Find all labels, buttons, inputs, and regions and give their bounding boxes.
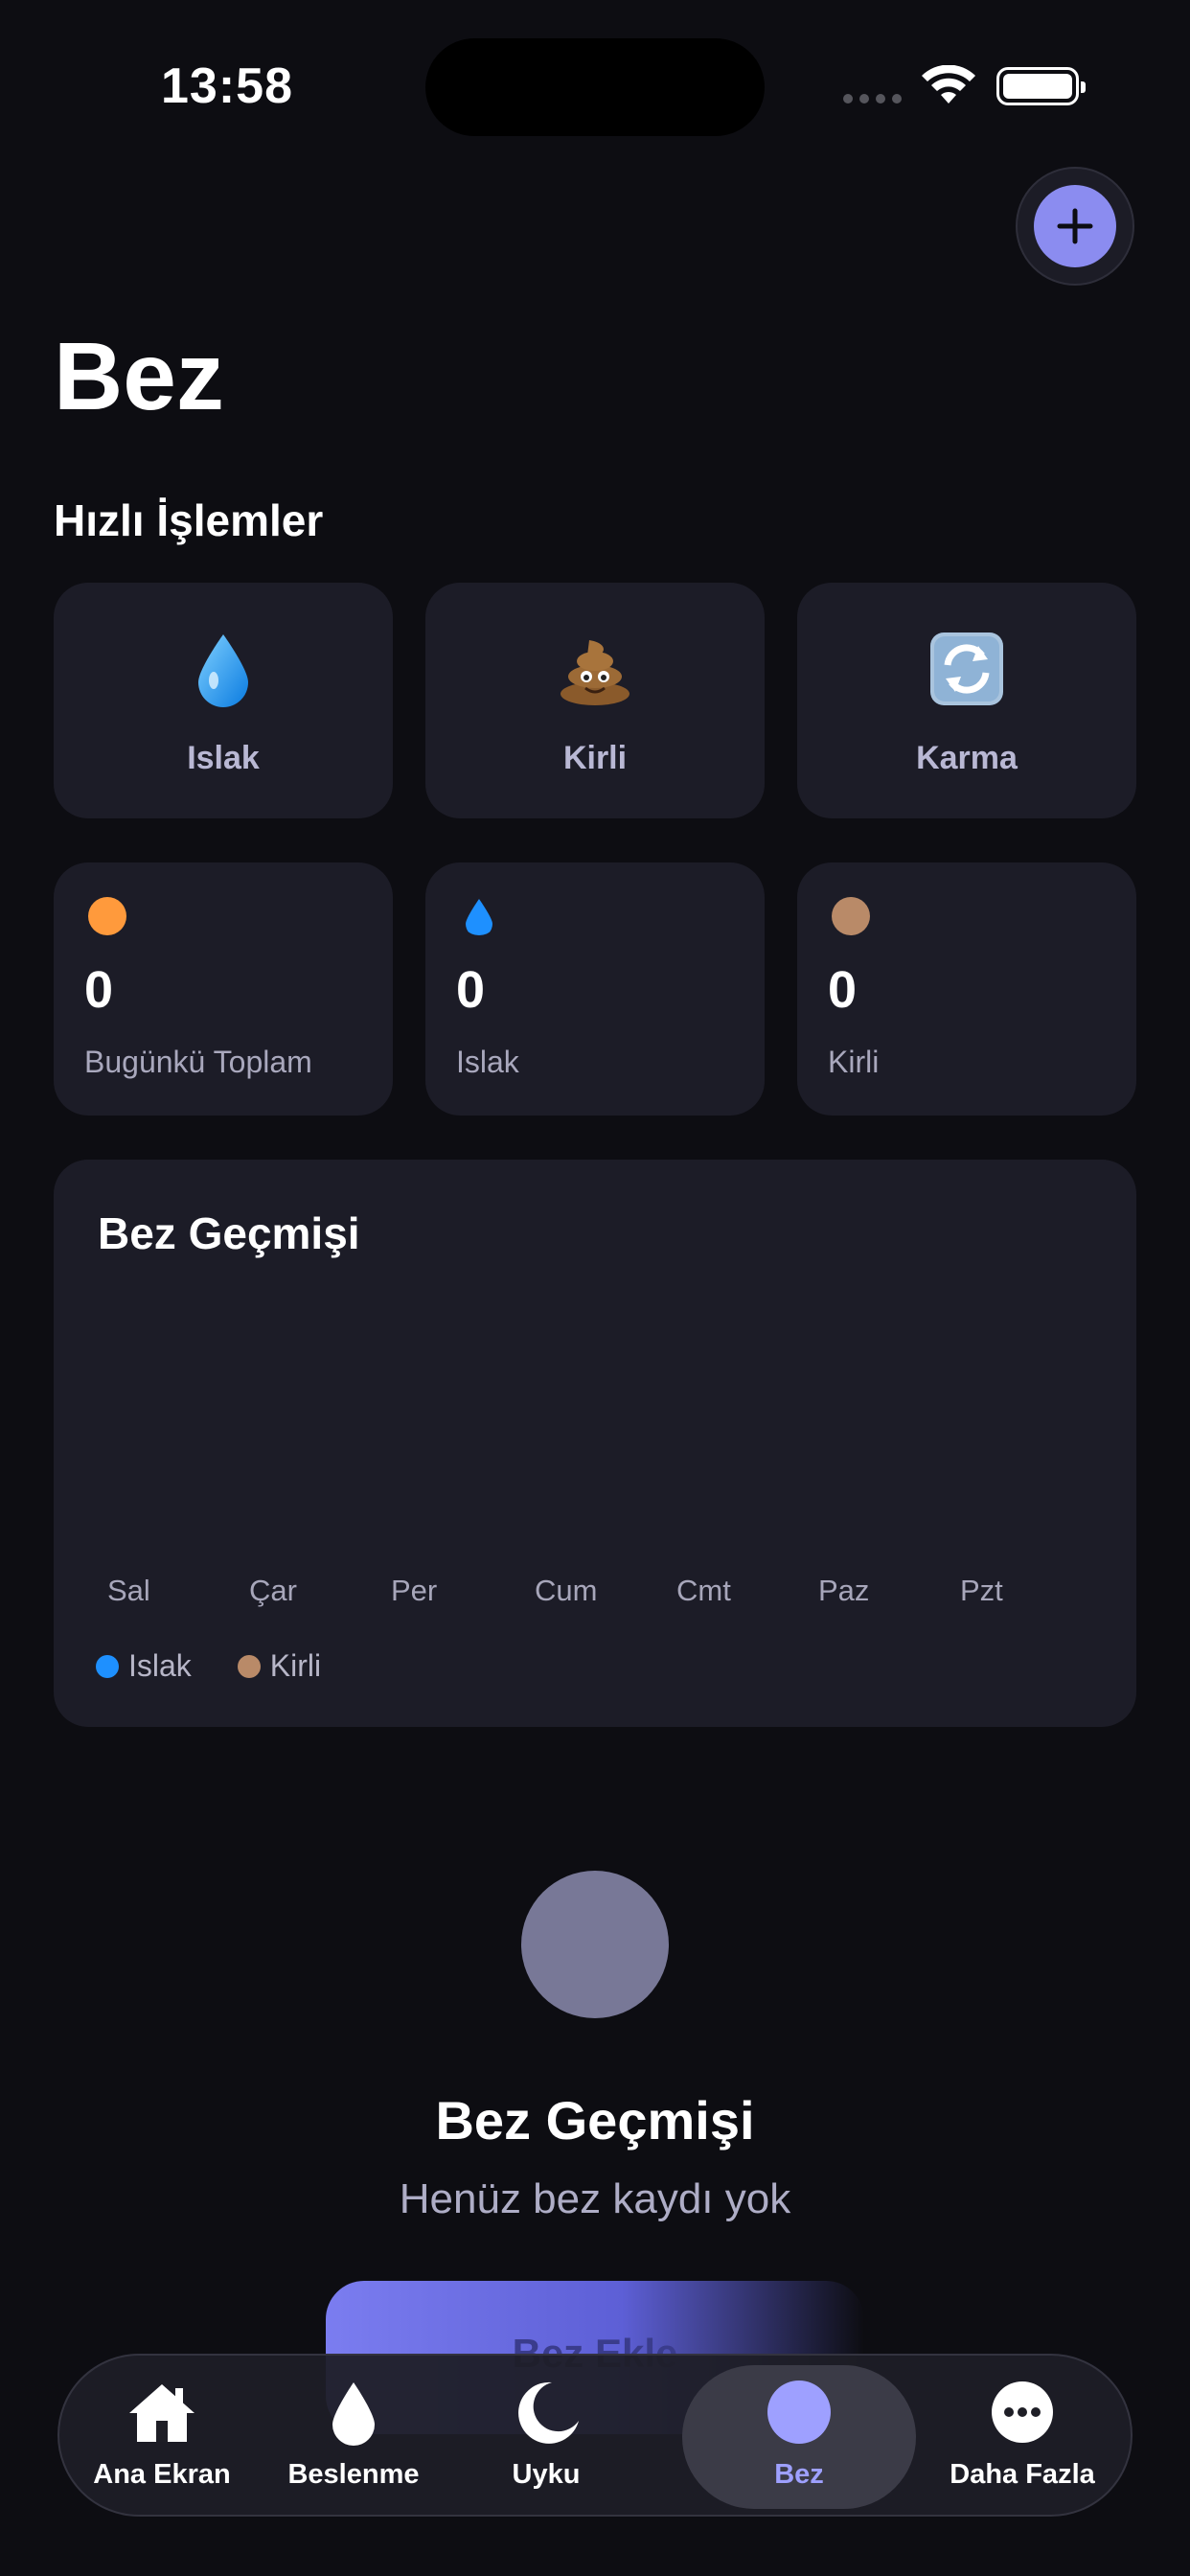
chart-day-label: Cum: [535, 1574, 598, 1607]
quick-action-label: Islak: [187, 740, 260, 776]
tab-feeding[interactable]: Beslenme: [263, 2356, 445, 2518]
legend-item-dirty: Kirli: [237, 1648, 322, 1684]
legend-label: Islak: [128, 1648, 192, 1683]
add-button[interactable]: [1016, 167, 1134, 286]
tab-sleep[interactable]: Uyku: [462, 2356, 630, 2518]
moon-icon: [518, 2381, 579, 2444]
battery-icon: [996, 67, 1086, 105]
orange-dot-icon: [88, 897, 126, 935]
tab-label: Ana Ekran: [93, 2459, 231, 2490]
tab-bar: Ana Ekran Beslenme Uyku Bez Daha Fazla: [57, 2354, 1133, 2517]
chart-day-label: Paz: [818, 1574, 870, 1607]
legend-swatch: [96, 1654, 119, 1678]
stat-card-total: 0 Bugünkü Toplam: [54, 862, 393, 1116]
history-chart-card: Bez Geçmişi Sal Çar Per Cum Cmt Paz Pzt …: [54, 1160, 1136, 1727]
circle-icon: [767, 2380, 831, 2444]
quick-action-dirty[interactable]: Kirli: [425, 583, 765, 818]
empty-state-title: Bez Geçmişi: [435, 2090, 755, 2150]
tab-home[interactable]: Ana Ekran: [73, 2356, 251, 2518]
stat-value: 0: [456, 961, 486, 1019]
plus-icon: [1034, 185, 1116, 267]
poop-icon: [561, 640, 629, 705]
tab-more[interactable]: Daha Fazla: [922, 2356, 1123, 2518]
empty-state-subtitle: Henüz bez kaydı yok: [399, 2175, 791, 2222]
stat-card-dirty: 0 Kirli: [797, 862, 1136, 1116]
more-icon: [992, 2381, 1053, 2443]
quick-action-label: Kirli: [562, 740, 628, 776]
legend-label: Kirli: [269, 1648, 322, 1683]
chart-day-label: Cmt: [676, 1574, 731, 1607]
chart-day-label: Pzt: [960, 1574, 1003, 1607]
stat-card-wet: 0 Islak: [425, 862, 765, 1116]
stat-caption: Bugünkü Toplam: [84, 1045, 312, 1079]
tab-diaper[interactable]: Bez: [682, 2365, 916, 2509]
stat-caption: Kirli: [828, 1045, 880, 1079]
stat-value: 0: [828, 961, 858, 1019]
tab-label: Beslenme: [287, 2459, 420, 2490]
legend-swatch: [237, 1654, 261, 1678]
quick-action-label: Karma: [916, 740, 1018, 776]
chart-day-label: Per: [391, 1574, 438, 1607]
house-icon: [129, 2384, 195, 2442]
water-drop-icon: [198, 634, 248, 707]
quick-actions-title: Hızlı İşlemler: [54, 495, 324, 545]
drop-icon: [332, 2382, 375, 2446]
chart-legend: Islak Kirli: [96, 1648, 321, 1684]
quick-action-mixed[interactable]: Karma: [797, 583, 1136, 818]
stat-caption: Islak: [456, 1045, 519, 1079]
chart-day-label: Çar: [249, 1574, 297, 1607]
quick-action-wet[interactable]: Islak: [54, 583, 393, 818]
chart-day-label: Sal: [107, 1574, 150, 1607]
tab-label: Bez: [774, 2459, 824, 2490]
wifi-icon: [922, 65, 975, 104]
page-title: Bez: [54, 323, 224, 430]
tab-label: Daha Fazla: [950, 2459, 1095, 2490]
cellular-signal-icon: [843, 94, 902, 104]
status-time: 13:58: [161, 58, 293, 114]
water-drop-icon: [466, 899, 492, 935]
stat-value: 0: [84, 961, 114, 1019]
tab-label: Uyku: [512, 2459, 581, 2490]
legend-item-wet: Islak: [96, 1648, 192, 1684]
chart-title: Bez Geçmişi: [98, 1208, 360, 1258]
refresh-icon: [930, 632, 1003, 705]
empty-state-icon: [521, 1871, 669, 2018]
brown-dot-icon: [832, 897, 870, 935]
dynamic-island: [425, 38, 765, 136]
